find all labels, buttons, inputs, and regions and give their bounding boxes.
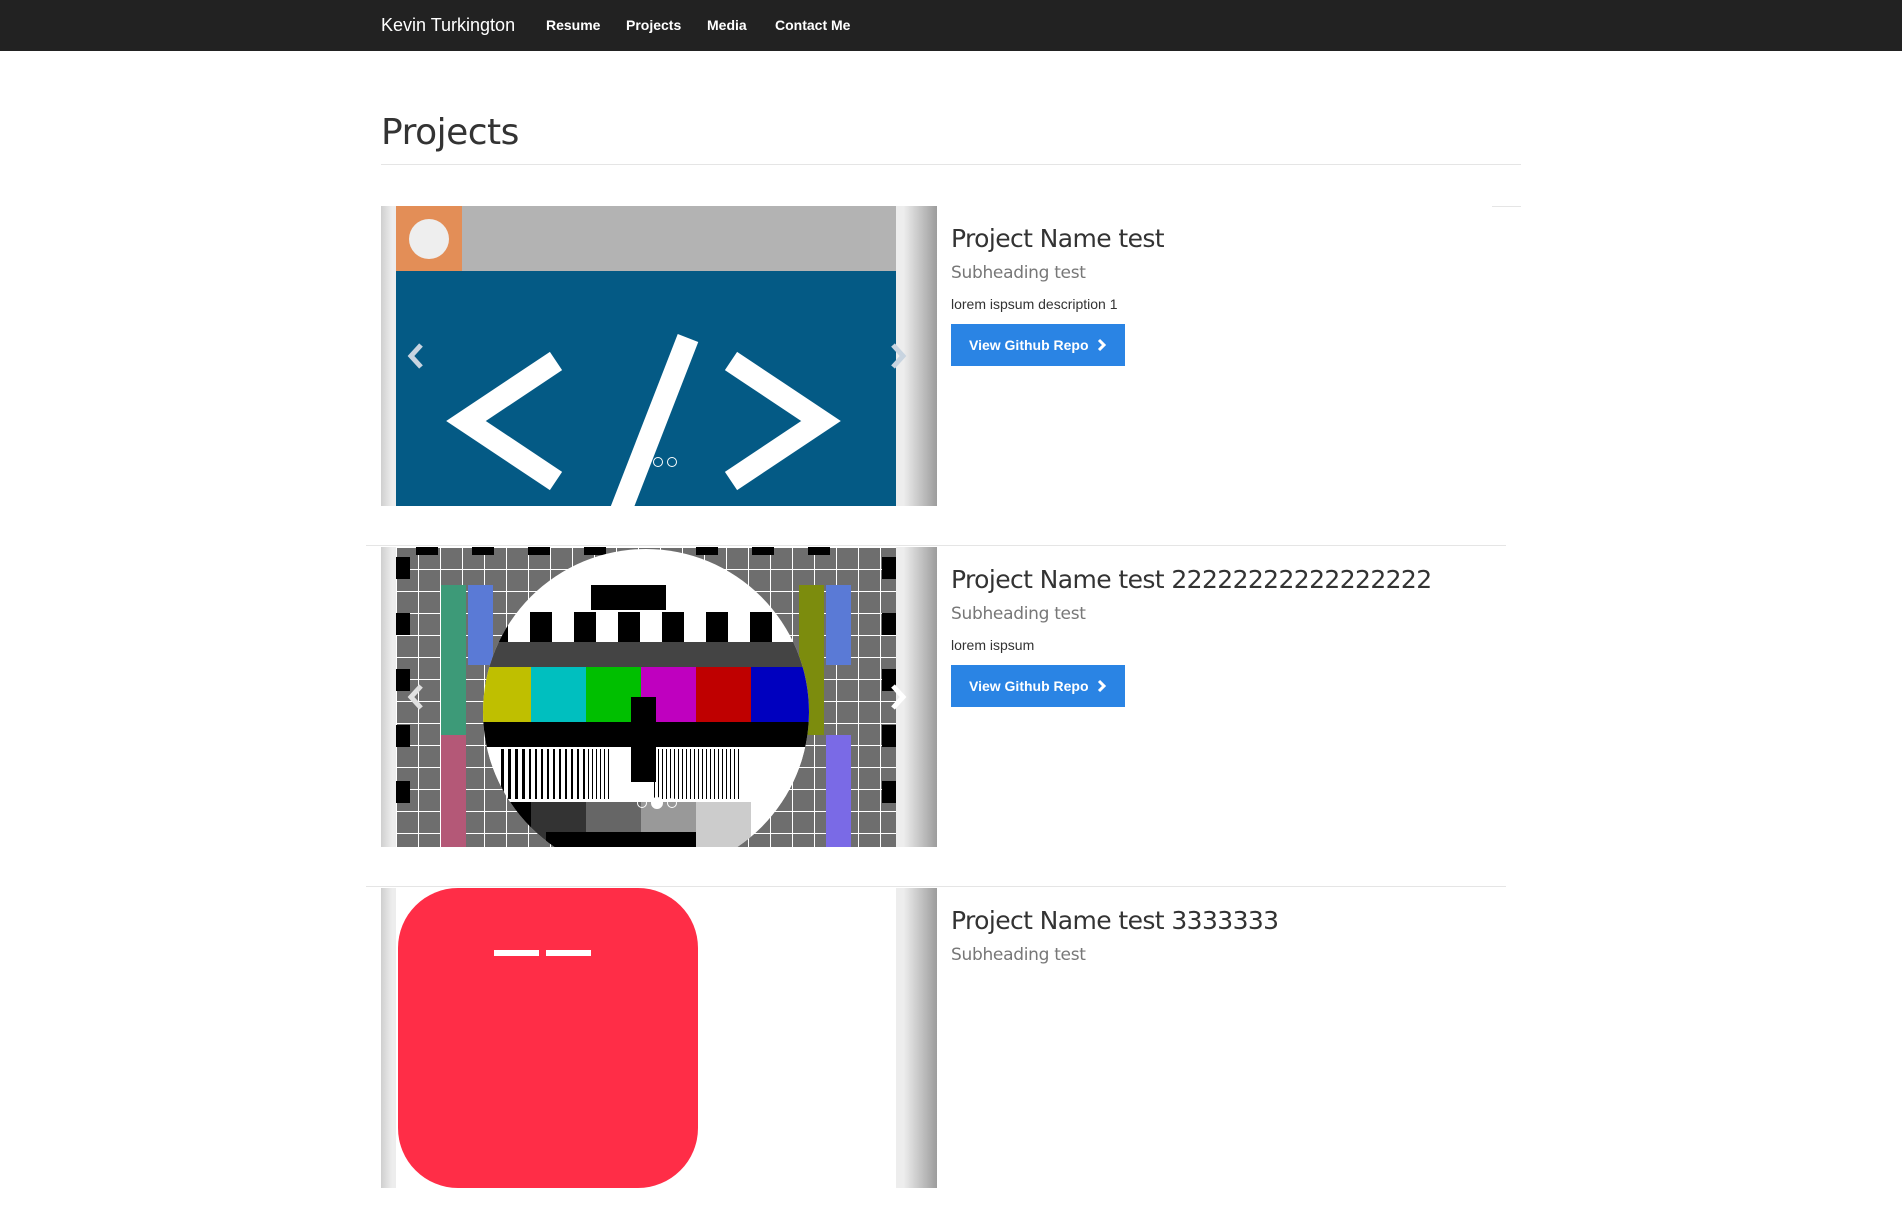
- carousel-indicator[interactable]: [667, 457, 677, 467]
- project-item: Project Name test Subheading test lorem …: [366, 206, 1506, 546]
- chevron-right-icon: [891, 343, 907, 369]
- carousel-slide-app-icon: [396, 888, 896, 1188]
- top-navbar: Kevin Turkington Resume Projects Media C…: [0, 0, 1902, 51]
- project-details: Project Name test 3333333 Subheading tes…: [951, 906, 1491, 965]
- project-description: lorem ispsum: [951, 637, 1035, 653]
- project-item: Project Name test 22222222222222222 Subh…: [366, 547, 1506, 887]
- project-details: Project Name test Subheading test lorem …: [951, 224, 1491, 366]
- project-carousel: [381, 547, 937, 847]
- project-divider: [366, 545, 1506, 546]
- carousel-indicator[interactable]: [651, 797, 663, 809]
- carousel-indicators: [637, 797, 677, 809]
- nav-link-media[interactable]: Media: [707, 17, 747, 33]
- project-description: lorem ispsum description 1: [951, 296, 1118, 312]
- brand-link[interactable]: Kevin Turkington: [381, 15, 515, 36]
- project-title: Project Name test 3333333: [951, 906, 1279, 935]
- project-details: Project Name test 22222222222222222 Subh…: [951, 565, 1491, 707]
- chevron-right-icon: [1097, 338, 1106, 352]
- page-header: Projects: [381, 108, 1521, 165]
- carousel-indicator[interactable]: [667, 798, 677, 808]
- project-title: Project Name test 22222222222222222: [951, 565, 1432, 594]
- carousel-next-button[interactable]: [883, 677, 913, 717]
- project-subheading: Subheading test: [951, 945, 1086, 965]
- page-title: Projects: [381, 112, 519, 153]
- carousel-next-button[interactable]: [883, 336, 913, 376]
- nav-link-projects[interactable]: Projects: [626, 17, 681, 33]
- view-github-repo-button[interactable]: View Github Repo: [951, 324, 1125, 366]
- carousel-indicator[interactable]: [637, 456, 649, 468]
- chevron-right-icon: [1097, 679, 1106, 693]
- nav-link-resume[interactable]: Resume: [546, 17, 600, 33]
- chevron-left-icon: [407, 684, 423, 710]
- project-divider: [366, 886, 1506, 887]
- nav-link-contact-me[interactable]: Contact Me: [775, 17, 850, 33]
- view-github-repo-button[interactable]: View Github Repo: [951, 665, 1125, 707]
- project-carousel: [381, 888, 937, 1188]
- carousel-prev-button[interactable]: [401, 677, 431, 717]
- button-label: View Github Repo: [969, 678, 1089, 694]
- carousel-indicators: [637, 456, 677, 468]
- project-carousel: [381, 206, 937, 506]
- project-title: Project Name test: [951, 224, 1165, 253]
- carousel-indicator[interactable]: [637, 798, 647, 808]
- carousel-indicator[interactable]: [653, 457, 663, 467]
- project-item: Project Name test 3333333 Subheading tes…: [366, 888, 1506, 1228]
- chevron-right-icon: [891, 684, 907, 710]
- project-subheading: Subheading test: [951, 263, 1086, 283]
- button-label: View Github Repo: [969, 337, 1089, 353]
- carousel-prev-button[interactable]: [401, 336, 431, 376]
- project-subheading: Subheading test: [951, 604, 1086, 624]
- chevron-left-icon: [407, 343, 423, 369]
- app-icon-image: [396, 888, 896, 1188]
